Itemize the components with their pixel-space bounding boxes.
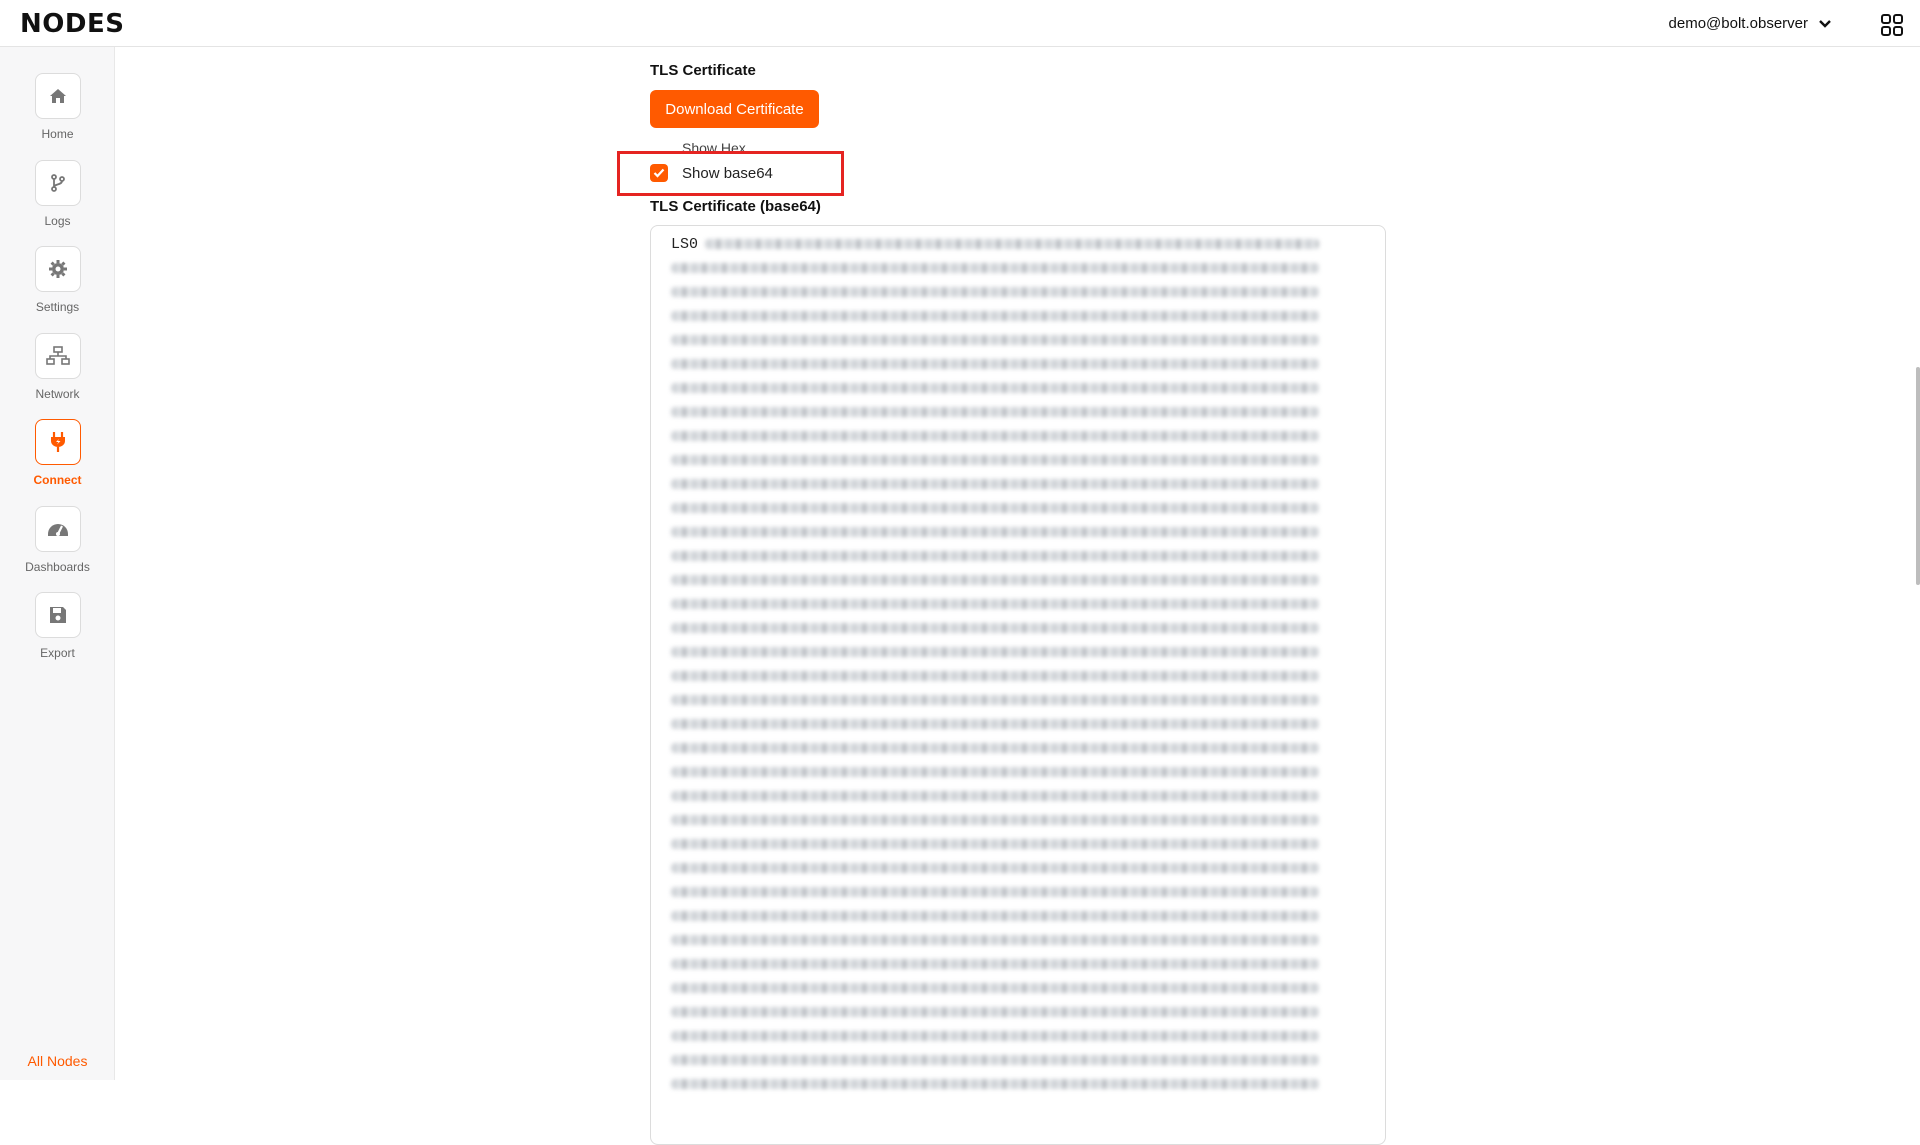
apps-grid-icon[interactable]: [1880, 13, 1904, 37]
blurred-line: [671, 839, 1319, 849]
blurred-certificate-content: [671, 239, 1319, 1103]
sidebar-item-label: Export: [40, 646, 75, 660]
sidebar-item-network[interactable]: Network: [0, 333, 115, 401]
sidebar-item-home[interactable]: Home: [0, 73, 115, 141]
blurred-line: [671, 503, 1319, 513]
blurred-line: [671, 863, 1319, 873]
blurred-line: [705, 239, 1319, 249]
home-icon: [49, 89, 66, 103]
blurred-line: [671, 383, 1319, 393]
blurred-line: [671, 647, 1319, 657]
sidebar-item-label: Connect: [33, 473, 82, 487]
blurred-line: [671, 1031, 1319, 1041]
sidebar-item-export[interactable]: Export: [0, 592, 115, 660]
blurred-line: [671, 1007, 1319, 1017]
sidebar-item-label: Network: [35, 387, 80, 401]
save-icon: [49, 607, 66, 623]
blurred-line: [671, 959, 1319, 969]
blurred-line: [671, 527, 1319, 537]
sidebar-item-label: Settings: [35, 300, 80, 314]
blurred-line: [671, 359, 1319, 369]
blurred-line: [671, 623, 1319, 633]
user-menu[interactable]: demo@bolt.observer: [1669, 15, 1832, 32]
blurred-line: [671, 791, 1319, 801]
blurred-line: [671, 407, 1319, 417]
blurred-line: [671, 671, 1319, 681]
branch-icon: [50, 174, 65, 192]
gear-icon: [48, 260, 67, 278]
download-certificate-button[interactable]: Download Certificate: [650, 90, 819, 128]
sidebar-item-label: Logs: [44, 214, 71, 228]
sidebar-item-settings[interactable]: Settings: [0, 246, 115, 314]
plug-icon: [50, 432, 65, 452]
nav-icon-box: [34, 419, 81, 465]
blurred-line: [671, 479, 1319, 489]
sidebar-item-label: Dashboards: [25, 560, 90, 574]
nav-icon-box: [34, 246, 81, 292]
nav-icon-box: [34, 592, 81, 638]
blurred-line: [671, 887, 1319, 897]
sidebar: Home Logs Settings Network Connect Dashb…: [0, 47, 115, 1080]
blurred-line: [671, 719, 1319, 729]
blurred-line: [671, 695, 1319, 705]
blurred-line: [671, 1055, 1319, 1065]
highlight-box: [617, 151, 844, 196]
blurred-line: [671, 431, 1319, 441]
sidebar-item-logs[interactable]: Logs: [0, 160, 115, 228]
nav-icon-box: [34, 160, 81, 206]
blurred-line: [671, 743, 1319, 753]
gauge-icon: [47, 524, 68, 536]
blurred-line: [671, 551, 1319, 561]
blurred-line: [671, 911, 1319, 921]
blurred-line: [671, 767, 1319, 777]
blurred-line: [671, 935, 1319, 945]
blurred-line: [671, 815, 1319, 825]
user-email: demo@bolt.observer: [1668, 15, 1808, 32]
blurred-line: [671, 455, 1319, 465]
sidebar-item-connect[interactable]: Connect: [0, 419, 115, 487]
blurred-line: [671, 1079, 1319, 1089]
blurred-line: [671, 287, 1319, 297]
app-logo[interactable]: NODES: [20, 9, 124, 39]
textarea-title: TLS Certificate (base64): [650, 198, 821, 215]
section-title: TLS Certificate: [650, 62, 756, 79]
blurred-line: [671, 575, 1319, 585]
blurred-line: [671, 599, 1319, 609]
blurred-line: [671, 335, 1319, 345]
all-nodes-link[interactable]: All Nodes: [0, 1053, 115, 1069]
network-icon: [45, 346, 70, 365]
chevron-down-icon: [1819, 19, 1831, 28]
blurred-line: [671, 263, 1319, 273]
page-scrollbar[interactable]: [1916, 367, 1920, 585]
nav-icon-box: [34, 333, 81, 379]
certificate-textarea[interactable]: LS0: [650, 225, 1386, 1145]
nav-icon-box: [34, 73, 81, 119]
blurred-line: [671, 311, 1319, 321]
nav-icon-box: [34, 506, 81, 552]
sidebar-item-label: Home: [41, 127, 74, 141]
sidebar-item-dashboards[interactable]: Dashboards: [0, 506, 115, 574]
blurred-line: [671, 983, 1319, 993]
top-bar: NODES demo@bolt.observer: [0, 0, 1920, 47]
